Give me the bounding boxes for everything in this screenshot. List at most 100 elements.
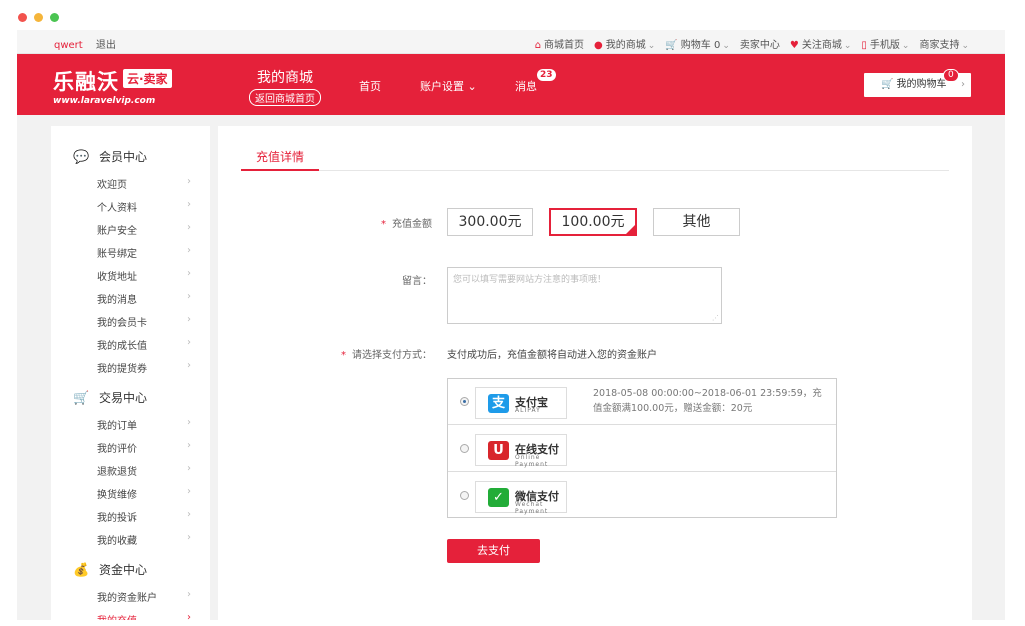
nav-account-settings[interactable]: 账户设置 ⌄ [420,78,477,94]
top-link-label: 商城首页 [544,40,585,51]
amount-option-300[interactable]: 300.00元 [447,208,533,236]
top-link[interactable]: ⌂ 商城首页 [535,36,584,51]
sidebar-item[interactable]: 我的成长值 › [97,337,191,352]
pay-button[interactable]: 去支付 [447,539,540,563]
page-viewport: qwert 退出 ⌂ 商城首页 ● 我的商城 ⌄ 🛒 购物车 0 ⌄ 卖家中心 ♥ 关注商城 ⌄ ▯ 手机… [17,30,1005,620]
top-link[interactable]: ▯ 手机版 ⌄ [861,36,909,51]
memo-placeholder: 您可以填写需要网站方注意的事项哦！ [453,275,607,285]
chevron-right-icon: › [187,440,191,451]
cart-icon: 🛒 [881,79,894,90]
sidebar-item[interactable]: 欢迎页 › [97,176,191,191]
sidebar-item[interactable]: 我的充值 › [97,612,191,620]
sidebar-item[interactable]: 我的订单 › [97,417,191,432]
payment-option[interactable]: U 在线支付 Online Payment [448,426,836,472]
minimize-window-icon[interactable] [34,13,43,22]
sidebar-item[interactable]: 我的提货券 › [97,360,191,375]
chevron-right-icon: › [187,222,191,233]
payment-radio[interactable] [460,397,469,406]
payment-sub: Wechat Payment [515,501,549,515]
chevron-right-icon: › [187,245,191,256]
sidebar-item-label: 账户安全 [97,226,137,237]
pay-method-label-text: 请选择支付方式： [352,350,432,361]
amount-label: * 充值金额 [348,215,432,230]
sidebar-item[interactable]: 账号绑定 › [97,245,191,260]
back-to-mall-button[interactable]: 返回商城首页 [249,89,321,106]
top-links: ⌂ 商城首页 ● 我的商城 ⌄ 🛒 购物车 0 ⌄ 卖家中心 ♥ 关注商城 ⌄ ▯ 手机版 ⌄ 商家支持 ⌄ [525,36,969,51]
payment-logo[interactable]: 支支付宝 ALIPAY [475,387,567,419]
top-link-label: 商家支持 [919,40,960,51]
top-link-label: 我的商城 [605,40,646,51]
selected-check-icon [626,225,635,234]
wechat-pay-icon: ✓ [488,488,509,507]
sidebar-item-label: 我的消息 [97,295,137,306]
chevron-down-icon: ⌄ [647,41,656,51]
sidebar-item[interactable]: 退款退货 › [97,463,191,478]
sidebar-item[interactable]: 个人资料 › [97,199,191,214]
memo-textarea[interactable]: 您可以填写需要网站方注意的事项哦！ ⋰ [447,267,722,324]
heart-icon: ♥ [789,40,799,51]
top-link-label: 关注商城 [801,40,842,51]
top-link[interactable]: 商家支持 ⌄ [919,36,969,51]
user-icon: ● [594,40,603,51]
top-link[interactable]: ● 我的商城 ⌄ [594,36,655,51]
sidebar-item-label: 退款退货 [97,467,137,478]
sidebar-item-label: 我的评价 [97,444,137,455]
logo-url: www.laravelvip.com [53,96,156,106]
sidebar-item[interactable]: 我的评价 › [97,440,191,455]
sidebar-item[interactable]: 我的收藏 › [97,532,191,547]
sidebar-section-label: 资金中心 [99,563,148,577]
sidebar-item-label: 我的成长值 [97,341,147,352]
phone-icon: ▯ [861,40,867,51]
cart-icon: 🛒 [665,40,678,51]
nav-home[interactable]: 首页 [359,78,381,94]
sidebar-item[interactable]: 账户安全 › [97,222,191,237]
top-link[interactable]: ♥ 关注商城 ⌄ [790,36,852,51]
chat-bubble-icon: 💬 [73,150,90,165]
chevron-right-icon: › [187,291,191,302]
nav-messages[interactable]: 消息 [515,78,537,94]
chevron-right-icon: › [187,268,191,279]
sidebar-item-label: 欢迎页 [97,180,127,191]
nav-account-settings-label: 账户设置 [420,80,464,93]
sidebar-item[interactable]: 收货地址 › [97,268,191,283]
main-content: 充值详情 * 充值金额 300.00元 100.00元 其他 留言： 您可以填写需… [218,126,972,620]
top-link[interactable]: 卖家中心 [740,36,780,51]
alipay-icon: 支 [488,394,509,413]
amount-option-other[interactable]: 其他 [653,208,740,236]
site-logo[interactable]: 乐融沃 云·卖家 www.laravelvip.com [53,66,172,106]
payment-radio[interactable] [460,444,469,453]
payment-logo[interactable]: U 在线支付 Online Payment [475,434,567,468]
payment-option[interactable]: 支支付宝 ALIPAY 2018-05-08 00:00:00~2018-06-01… [448,379,836,425]
sidebar-item-label: 我的订单 [97,421,137,432]
username-link[interactable]: qwert [54,40,83,51]
unionpay-icon: U [488,441,509,460]
sidebar-item[interactable]: 换货维修 › [97,486,191,501]
sidebar-item[interactable]: 我的资金账户 › [97,589,191,604]
payment-option[interactable]: ✓ 微信支付 Wechat Payment [448,473,836,519]
tab-active-underline [241,169,319,171]
logout-link[interactable]: 退出 [96,40,116,51]
payment-logo[interactable]: ✓ 微信支付 Wechat Payment [475,481,567,515]
my-mall-block: 我的商城 返回商城首页 [249,67,321,106]
sidebar-item-label: 换货维修 [97,490,137,501]
chevron-right-icon: › [961,79,965,90]
sidebar-item[interactable]: 我的投诉 › [97,509,191,524]
resize-grip-icon[interactable]: ⋰ [712,314,719,322]
payment-sub: Online Payment [515,454,549,468]
sidebar-item[interactable]: 我的消息 › [97,291,191,306]
sidebar-item[interactable]: 我的会员卡 › [97,314,191,329]
amount-option-100[interactable]: 100.00元 [549,208,637,236]
top-link-label: 购物车 0 [680,40,721,51]
close-window-icon[interactable] [18,13,27,22]
top-bar: qwert 退出 ⌂ 商城首页 ● 我的商城 ⌄ 🛒 购物车 0 ⌄ 卖家中心 ♥ 关注商城 ⌄ ▯ 手机… [17,30,1005,54]
memo-label: 留言： [402,276,432,287]
payment-radio[interactable] [460,491,469,500]
maximize-window-icon[interactable] [50,13,59,22]
sidebar-section-title: 🛒 交易中心 [73,389,147,406]
top-link-label: 卖家中心 [739,40,780,51]
sidebar-section-title: 💰 资金中心 [73,561,147,578]
header: 乐融沃 云·卖家 www.laravelvip.com 我的商城 返回商城首页 首… [17,54,1005,115]
chevron-right-icon: › [187,463,191,474]
tab-recharge-details[interactable]: 充值详情 [256,148,304,165]
top-link[interactable]: 🛒 购物车 0 ⌄ [665,36,730,51]
